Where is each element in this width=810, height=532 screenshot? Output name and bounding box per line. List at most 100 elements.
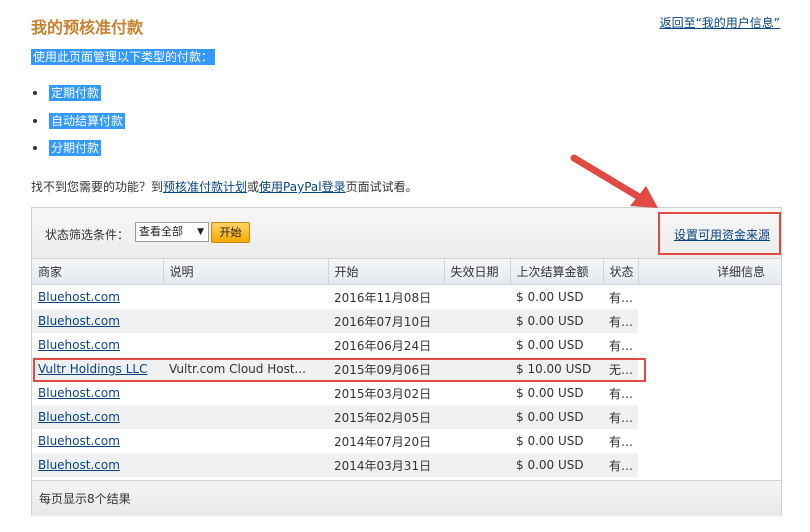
cell-description [163, 429, 328, 453]
list-item: 定期付款 [31, 84, 125, 112]
table-row: Bluehost.com 2015年02月05日 $ 0.00 USD 有效 [32, 405, 781, 429]
cell-amount: $ 0.00 USD [510, 405, 603, 429]
filter-bar: 状态筛选条件： 查看全部 ▼ 开始 设置可用资金来源 [32, 208, 781, 259]
cell-details [638, 309, 781, 333]
cell-start: 2016年06月24日 [334, 338, 432, 353]
cell-description: Vultr.com Cloud Host... [163, 357, 328, 381]
cell-details [638, 429, 781, 453]
cell-start: 2016年11月08日 [334, 290, 432, 305]
cell-status: 有效 [609, 434, 634, 449]
go-button[interactable]: 开始 [211, 222, 250, 243]
merchant-link[interactable]: Bluehost.com [38, 386, 120, 400]
cell-start: 2015年02月05日 [328, 405, 444, 429]
col-description[interactable]: 说明 [163, 259, 329, 285]
cell-start: 2015年03月02日 [334, 386, 432, 401]
col-status[interactable]: 状态 [603, 259, 639, 285]
cell-expiry [444, 429, 510, 453]
cell-amount: $ 10.00 USD [510, 357, 603, 381]
cell-amount: $ 0.00 USD [516, 386, 584, 400]
cell-status: 有效 [609, 338, 634, 353]
table-header-row: 商家 说明 开始 失效日期 上次结算金额 状态 详细信息 [32, 259, 781, 285]
cell-start: 2014年07月20日 [334, 434, 432, 449]
table-footer: 每页显示8个结果 [32, 480, 781, 516]
payment-type-label: 定期付款 [49, 85, 102, 101]
status-filter-value: 查看全部 [139, 225, 183, 238]
help-text: 找不到您需要的功能？到预核准付款计划或使用PayPal登录页面试试看。 [31, 178, 418, 195]
filter-label: 状态筛选条件： [45, 228, 130, 242]
cell-status: 有效 [609, 386, 634, 401]
table-row: Bluehost.com 2015年03月02日 $ 0.00 USD 有效 [32, 381, 781, 405]
intro-highlight: 使用此页面管理以下类型的付款： [31, 49, 216, 65]
cell-description [163, 381, 328, 405]
cell-expiry [444, 357, 510, 381]
table-row: Bluehost.com 2016年06月24日 $ 0.00 USD 有效 [32, 333, 781, 357]
cell-details [638, 333, 781, 357]
status-filter-select[interactable]: 查看全部 ▼ [135, 222, 209, 242]
cell-start: 2016年07月10日 [328, 309, 444, 333]
cell-description [163, 453, 328, 477]
table-row: Bluehost.com 2014年03月31日 $ 0.00 USD 有效 [32, 453, 781, 477]
cell-expiry [444, 285, 510, 310]
cell-details [638, 357, 781, 381]
cell-description [163, 405, 328, 429]
payments-table: 商家 说明 开始 失效日期 上次结算金额 状态 详细信息 Bluehost.co… [32, 259, 781, 477]
page-title: 我的预核准付款 [31, 18, 144, 37]
caret-down-icon: ▼ [197, 227, 204, 237]
back-to-account-link[interactable]: 返回至“我的用户信息” [660, 14, 780, 31]
preapproved-plan-link[interactable]: 预核准付款计划 [163, 180, 247, 194]
payment-type-label: 分期付款 [49, 140, 102, 156]
cell-details [638, 453, 781, 477]
payment-type-label: 自动结算付款 [49, 112, 126, 129]
cell-start: 2014年03月31日 [328, 453, 444, 477]
help-middle: 或 [247, 180, 260, 194]
cell-expiry [444, 453, 510, 477]
cell-description [163, 285, 328, 310]
table-row: Bluehost.com 2016年07月10日 $ 0.00 USD 有效 [32, 309, 781, 333]
cell-start: 2015年09月06日 [328, 357, 444, 381]
col-expiry[interactable]: 失效日期 [444, 259, 511, 285]
cell-details [638, 285, 781, 310]
merchant-link[interactable]: Vultr Holdings LLC [38, 362, 147, 376]
payment-types-list: 定期付款 自动结算付款 分期付款 [31, 84, 126, 167]
cell-status: 有效 [603, 309, 638, 333]
help-prefix: 找不到您需要的功能？到 [31, 180, 164, 194]
intro-text: 使用此页面管理以下类型的付款： [31, 48, 216, 65]
merchant-link[interactable]: Bluehost.com [38, 434, 120, 448]
cell-expiry [444, 309, 510, 333]
cell-expiry [444, 381, 510, 405]
table-row: Vultr Holdings LLC Vultr.com Cloud Host.… [32, 357, 781, 381]
red-arrow-icon [570, 154, 658, 208]
annotation-box-funding [658, 212, 781, 255]
cell-amount: $ 0.00 USD [516, 434, 584, 448]
cell-details [638, 405, 781, 429]
paypal-login-link[interactable]: 使用PayPal登录 [259, 180, 346, 194]
cell-status: 有效 [609, 290, 634, 305]
cell-amount: $ 0.00 USD [510, 309, 603, 333]
cell-expiry [444, 333, 510, 357]
list-item: 自动结算付款 [31, 112, 126, 140]
table-row: Bluehost.com 2016年11月08日 $ 0.00 USD 有效 [32, 285, 781, 310]
payments-panel: 状态筛选条件： 查看全部 ▼ 开始 设置可用资金来源 商家 说明 开始 失效日期… [31, 207, 782, 516]
cell-amount: $ 0.00 USD [510, 453, 603, 477]
cell-expiry [444, 405, 510, 429]
results-per-page-text: 每页显示8个结果 [39, 492, 131, 506]
help-suffix: 页面试试看。 [345, 180, 418, 194]
merchant-link[interactable]: Bluehost.com [38, 290, 120, 304]
merchant-link[interactable]: Bluehost.com [38, 410, 120, 424]
table-row: Bluehost.com 2014年07月20日 $ 0.00 USD 有效 [32, 429, 781, 453]
merchant-link[interactable]: Bluehost.com [38, 458, 120, 472]
merchant-link[interactable]: Bluehost.com [38, 338, 120, 352]
col-details[interactable]: 详细信息 [638, 259, 781, 285]
cell-amount: $ 0.00 USD [516, 290, 584, 304]
cell-details [638, 381, 781, 405]
cell-status: 有效 [603, 453, 638, 477]
merchant-link[interactable]: Bluehost.com [38, 314, 120, 328]
cell-status: 无效 [603, 357, 638, 381]
col-last-amount[interactable]: 上次结算金额 [510, 259, 604, 285]
col-merchant[interactable]: 商家 [32, 259, 164, 285]
cell-description [163, 333, 328, 357]
cell-status: 有效 [603, 405, 638, 429]
cell-description [163, 309, 328, 333]
cell-amount: $ 0.00 USD [516, 338, 584, 352]
col-start[interactable]: 开始 [328, 259, 445, 285]
